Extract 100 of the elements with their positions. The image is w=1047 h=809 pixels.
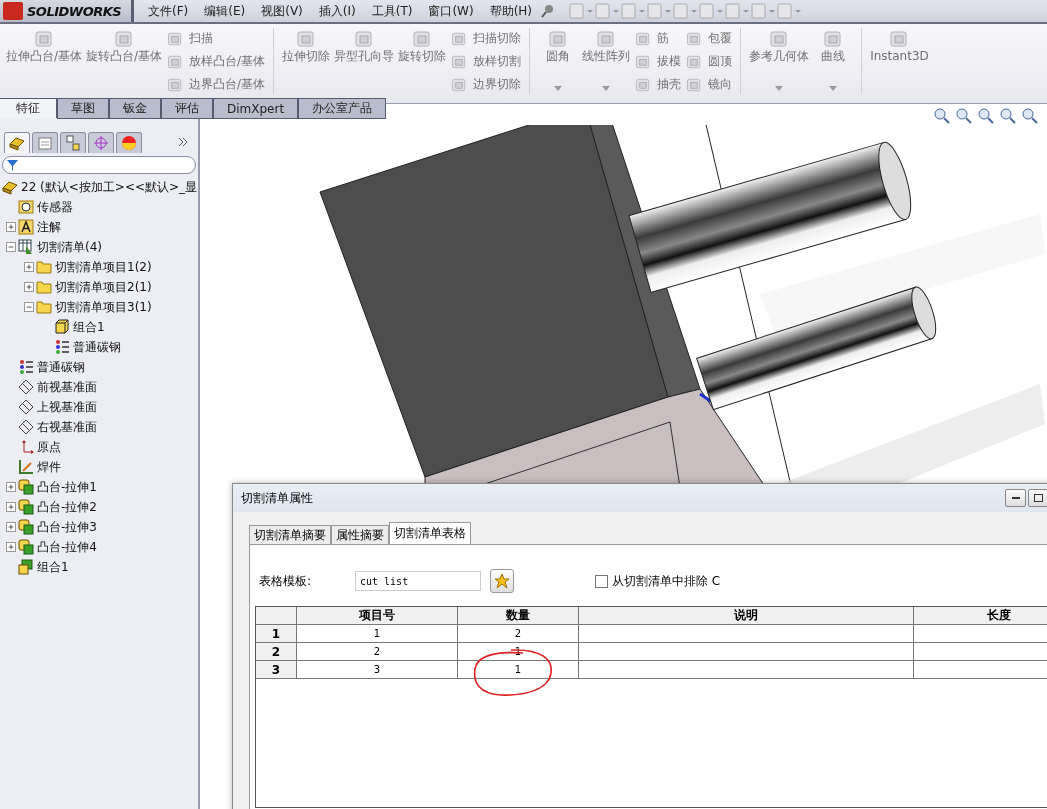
tree-item[interactable]: 前视基准面 [37, 378, 97, 396]
part-icon [2, 179, 18, 195]
caret-icon [602, 86, 611, 91]
row-header: 2 [256, 643, 297, 660]
expand-icon[interactable] [6, 522, 16, 532]
ribbon-button[interactable]: 抽壳 [634, 75, 682, 94]
tree-root[interactable]: 22 (默认<按加工><<默认>_显 [21, 178, 198, 196]
plane-icon [18, 399, 34, 415]
menu-item[interactable]: 视图(V) [253, 2, 311, 20]
menu-item[interactable]: 编辑(E) [196, 2, 254, 20]
ribbon-button[interactable]: 异型孔向导 [334, 28, 395, 94]
tree-item[interactable]: 凸台-拉伸1 [37, 478, 97, 496]
color-ball-icon[interactable] [121, 135, 137, 151]
ribbon-button[interactable]: 放样凸台/基体 [166, 52, 266, 71]
ribbon-button[interactable]: 旋转切除 [398, 28, 447, 94]
ribbon-button[interactable]: 边界切除 [450, 75, 522, 94]
chevron-icon[interactable] [178, 136, 188, 147]
dialog-tab[interactable]: 属性摘要 [331, 525, 389, 544]
row-header: 1 [256, 625, 297, 642]
ribbon-button[interactable]: 旋转凸台/基体 [86, 28, 163, 94]
ribbon-tab[interactable]: 办公室产品 [298, 98, 387, 119]
filter-field[interactable] [2, 156, 196, 174]
view-tool-icon[interactable] [977, 107, 995, 125]
tree-item[interactable]: 焊件 [37, 458, 61, 476]
ribbon-button[interactable]: 参考几何体 [749, 28, 810, 94]
template-field[interactable]: cut list [355, 571, 481, 591]
combine-icon [18, 559, 34, 575]
maximize-icon [1034, 494, 1043, 502]
ribbon-button[interactable]: 曲线 [813, 28, 854, 94]
plane-icon [18, 379, 34, 395]
view-tool-icon[interactable] [933, 107, 951, 125]
ribbon-button[interactable]: 拉伸凸台/基体 [6, 28, 83, 94]
column-header: 数量 [458, 607, 579, 624]
ribbon-button[interactable]: 扫描切除 [450, 29, 522, 48]
tree-item[interactable]: 组合1 [37, 558, 69, 576]
tree-item[interactable]: 上视基准面 [37, 398, 97, 416]
expand-icon[interactable] [6, 502, 16, 512]
ribbon-button[interactable]: 放样切割 [450, 52, 522, 71]
checkbox-label[interactable]: 从切割清单中排除 C [612, 572, 721, 590]
tree-item[interactable]: 切割清单项目3(1) [55, 298, 152, 316]
property-icon[interactable] [37, 135, 53, 151]
crosshair-icon[interactable] [93, 135, 109, 151]
menu-item[interactable]: 帮助(H) [481, 2, 541, 20]
tree-item[interactable]: 普通碳钢 [37, 358, 85, 376]
collapse-icon[interactable] [24, 302, 34, 312]
dialog-title: 切割清单属性 [241, 489, 313, 507]
config-icon[interactable] [65, 135, 81, 151]
ribbon-button[interactable]: Instant3D [870, 28, 929, 94]
tree-item[interactable]: 切割清单项目1(2) [55, 258, 152, 276]
browse-button[interactable] [490, 569, 514, 593]
ribbon-button[interactable]: 扫描 [166, 29, 266, 48]
ribbon-button[interactable]: 拉伸切除 [282, 28, 331, 94]
tree-item[interactable]: 传感器 [37, 198, 73, 216]
expand-icon[interactable] [24, 262, 34, 272]
ribbon-button[interactable]: 圆顶 [685, 52, 733, 71]
tree-item[interactable]: 组合1 [73, 318, 105, 336]
expand-icon[interactable] [24, 282, 34, 292]
ribbon-button[interactable]: 拔模 [634, 52, 682, 71]
menu-item[interactable]: 文件(F) [140, 2, 197, 20]
field-label: 表格模板: [259, 572, 313, 590]
tree-item[interactable]: 原点 [37, 438, 61, 456]
ribbon-tab[interactable]: 草图 [57, 98, 109, 119]
ribbon-button[interactable]: 圆角 [538, 28, 579, 94]
ribbon-button[interactable]: 镜向 [685, 75, 733, 94]
menu-item[interactable]: 插入(I) [310, 2, 364, 20]
tree-item[interactable]: 注解 [37, 218, 61, 236]
tree-item[interactable]: 普通碳钢 [73, 338, 121, 356]
ribbon-tab[interactable]: 钣金 [109, 98, 161, 119]
ribbon-button[interactable]: 边界凸台/基体 [166, 75, 266, 94]
collapse-icon[interactable] [6, 242, 16, 252]
folder-icon [36, 299, 52, 315]
tree-item[interactable]: 右视基准面 [37, 418, 97, 436]
ribbon-button[interactable]: 线性阵列 [582, 28, 631, 94]
maximize-button[interactable] [1028, 489, 1047, 507]
tree-item[interactable]: 切割清单项目2(1) [55, 278, 152, 296]
ribbon-button[interactable]: 筋 [634, 29, 682, 48]
menu-item[interactable]: 窗口(W) [420, 2, 482, 20]
view-tool-icon[interactable] [955, 107, 973, 125]
ribbon-tab[interactable]: DimXpert [213, 98, 299, 119]
dialog-tab[interactable]: 切割清单摘要 [249, 525, 331, 544]
view-tool-icon[interactable] [1021, 107, 1039, 125]
table-icon [18, 239, 34, 255]
tree-item[interactable]: 凸台-拉伸4 [37, 538, 97, 556]
expand-icon[interactable] [6, 542, 16, 552]
checkbox[interactable] [595, 574, 608, 588]
expand-icon[interactable] [6, 482, 16, 492]
column-header: 说明 [579, 607, 914, 624]
menu-item[interactable]: 工具(T) [363, 2, 421, 20]
expand-icon[interactable] [6, 222, 16, 232]
dialog-tab[interactable]: 切割清单表格 [389, 522, 471, 544]
minimize-button[interactable] [1005, 489, 1026, 507]
tree-item[interactable]: 切割清单(4) [37, 238, 102, 256]
material-icon [18, 359, 34, 375]
plane-icon [18, 419, 34, 435]
ribbon-button[interactable]: 包覆 [685, 29, 733, 48]
ribbon-tab[interactable]: 评估 [161, 98, 213, 119]
tree-item[interactable]: 凸台-拉伸3 [37, 518, 97, 536]
ribbon-tab[interactable]: 特征 [0, 98, 57, 118]
tree-item[interactable]: 凸台-拉伸2 [37, 498, 97, 516]
view-tool-icon[interactable] [999, 107, 1017, 125]
